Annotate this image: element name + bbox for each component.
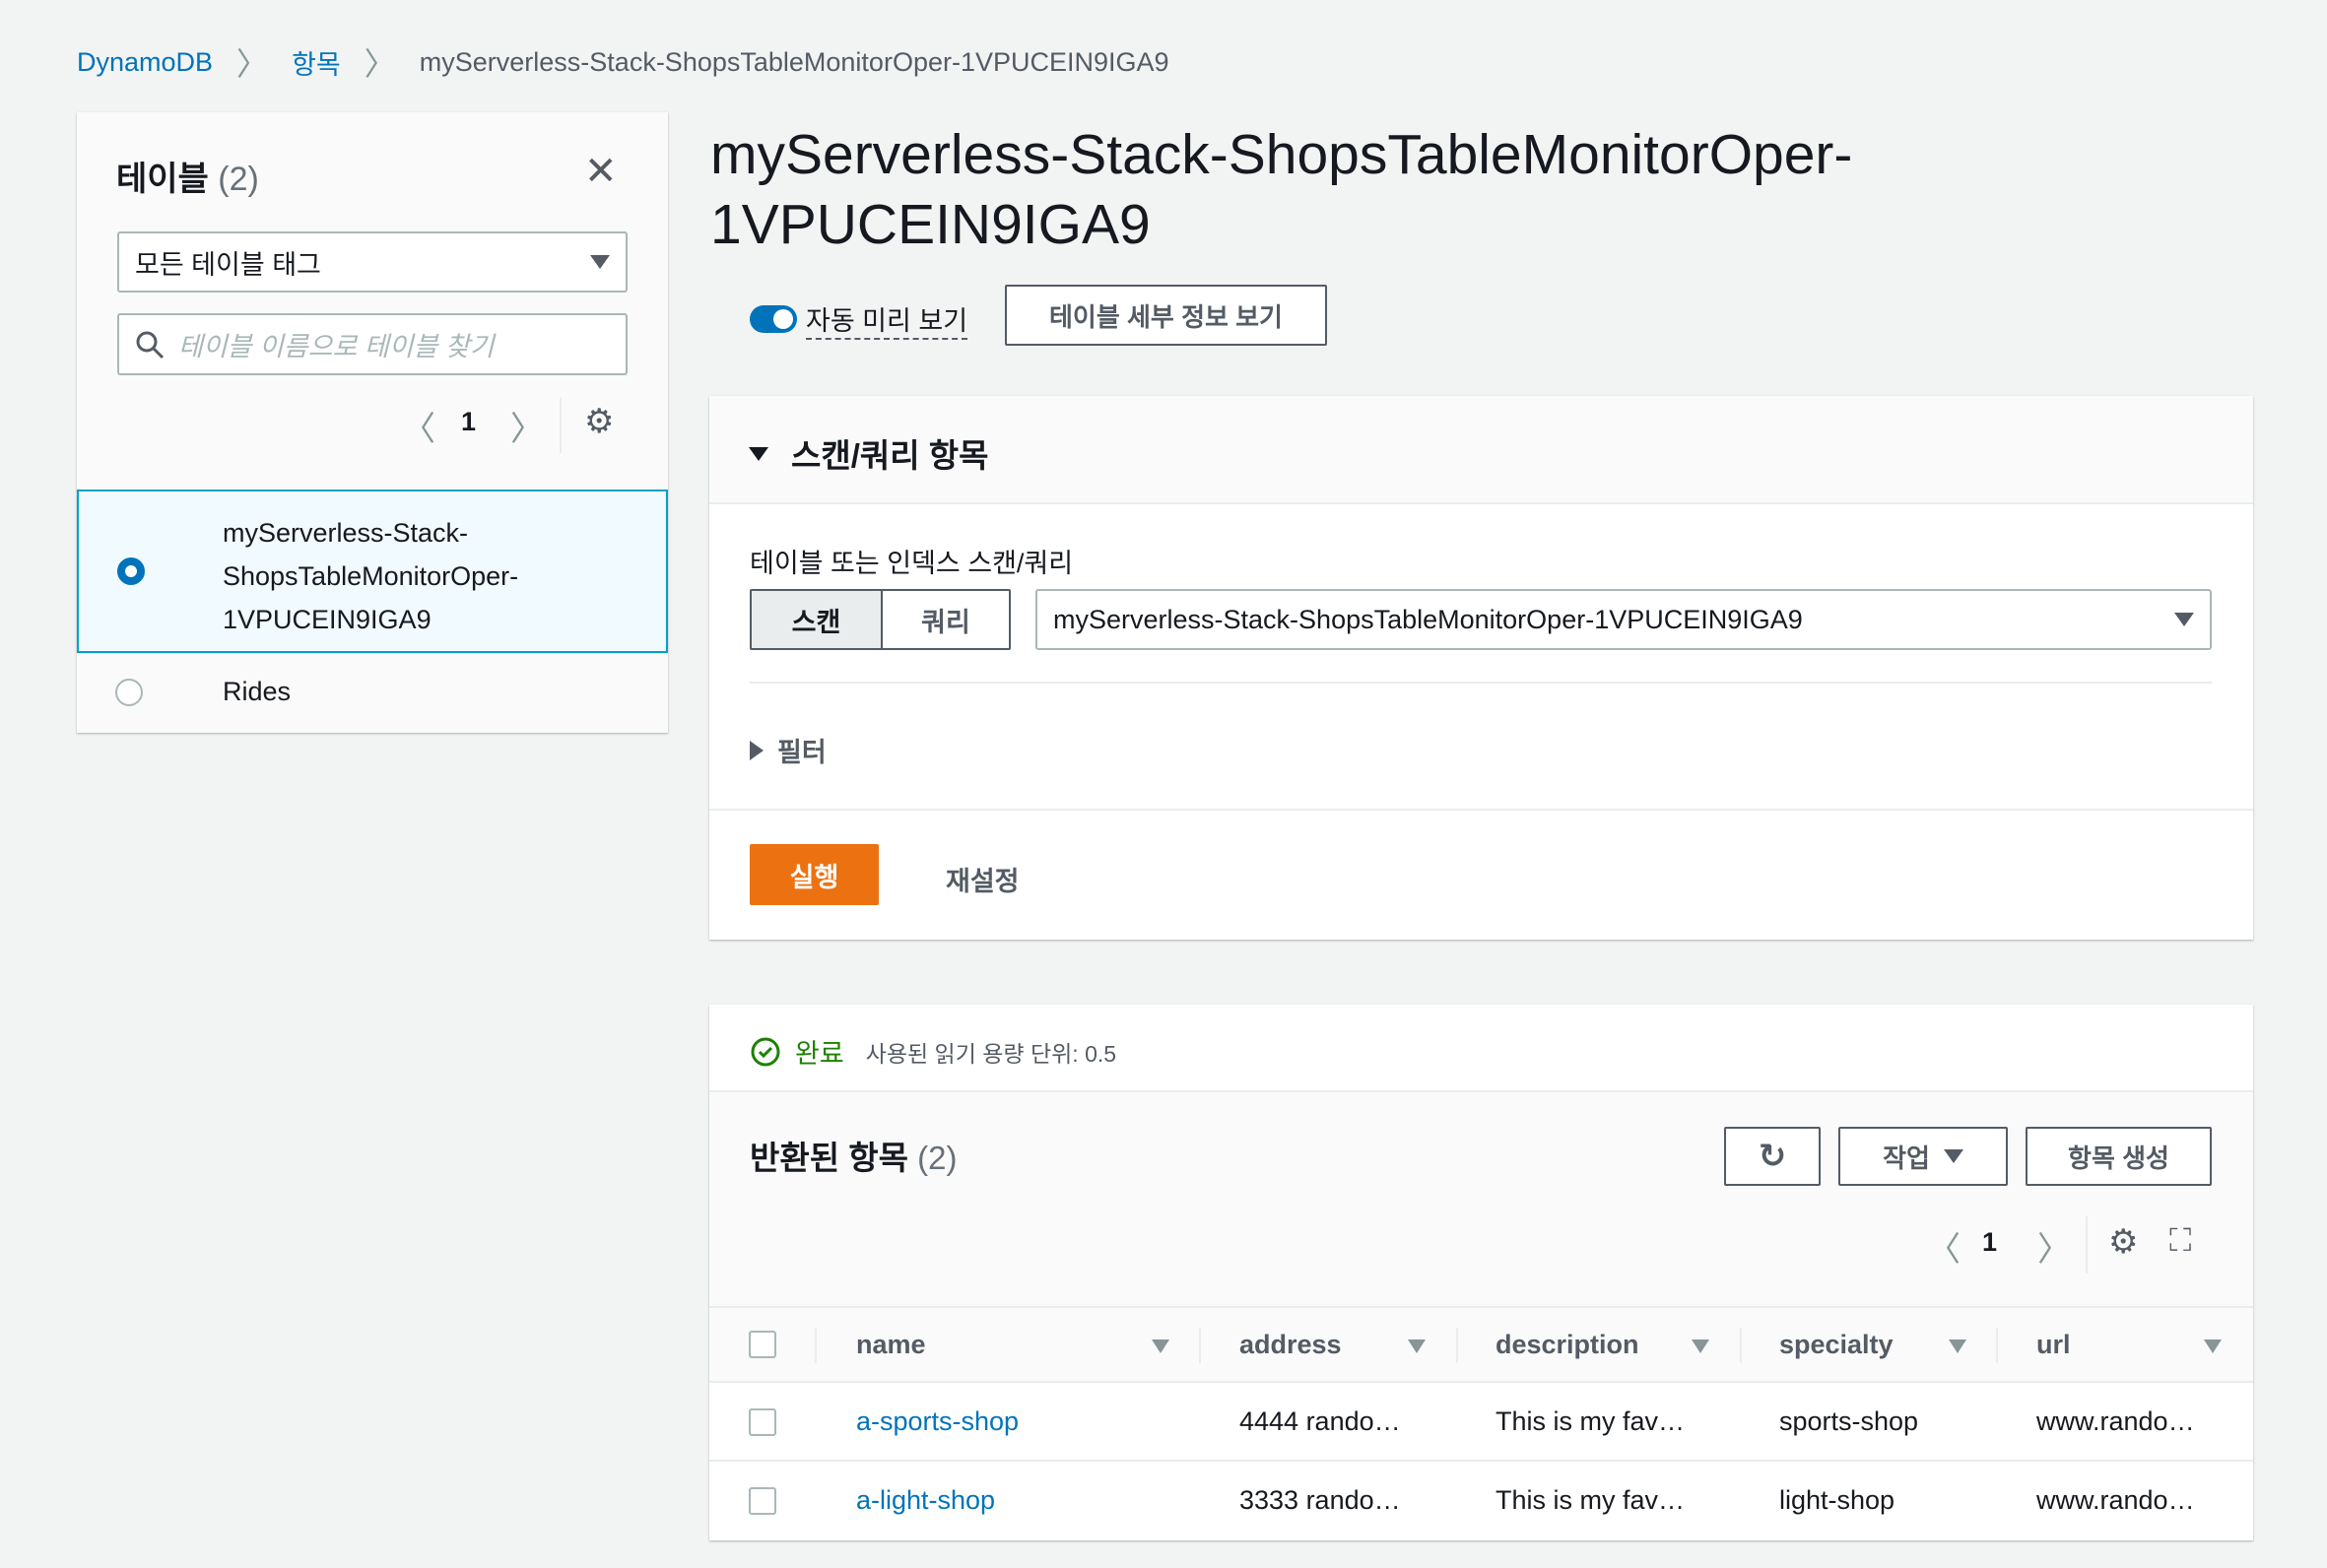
consumed-capacity: 사용된 읽기 용량 단위: 0.5 (865, 1040, 1117, 1067)
breadcrumb-dynamodb[interactable]: DynamoDB (77, 47, 213, 78)
caret-down-icon (749, 447, 768, 461)
divider (560, 398, 562, 453)
column-separator (1740, 1328, 1742, 1363)
column-header-url[interactable]: url (2036, 1330, 2071, 1360)
reset-button[interactable]: 재설정 (946, 860, 1020, 898)
column-header-name[interactable]: name (856, 1330, 926, 1360)
selected-table: myServerless-Stack-ShopsTableMonitorOper… (1053, 604, 1803, 634)
table-list-item[interactable]: myServerless-Stack- ShopsTableMonitorOper… (77, 490, 668, 653)
status-indicator: 완료 사용된 읽기 용량 단위: 0.5 (750, 1032, 1116, 1071)
sort-filter-icon[interactable] (2204, 1339, 2222, 1353)
page-number[interactable]: 1 (1982, 1227, 1997, 1258)
filter-toggle[interactable]: 필터 (750, 731, 827, 769)
page-number[interactable]: 1 (461, 407, 476, 437)
tables-panel: 테이블 (2) ✕ 모든 테이블 태그 테이블 이름으로 테이블 찾기 〈 1 … (77, 112, 668, 733)
scan-query-segmented: 스캔 쿼리 (750, 589, 1011, 650)
table-name: myServerless-Stack- ShopsTableMonitorOper… (223, 518, 519, 634)
cell-url: www.rando… (2036, 1406, 2195, 1436)
sort-filter-icon[interactable] (1949, 1339, 1966, 1353)
status-text: 완료 (795, 1039, 844, 1069)
sort-filter-icon[interactable] (1408, 1339, 1426, 1353)
column-separator (815, 1328, 817, 1363)
row-checkbox[interactable] (749, 1408, 776, 1436)
create-item-button[interactable]: 항목 생성 (2026, 1127, 2212, 1186)
page-title: myServerless-Stack-ShopsTableMonitorOper… (710, 123, 1853, 256)
item-link[interactable]: a-sports-shop (856, 1406, 1019, 1437)
divider (709, 809, 2253, 811)
sort-filter-icon[interactable] (1692, 1339, 1709, 1353)
cell-specialty: sports-shop (1779, 1406, 1919, 1436)
radio-selected[interactable] (117, 557, 145, 585)
breadcrumb-current: myServerless-Stack-ShopsTableMonitorOper… (419, 46, 1169, 77)
radio-unselected[interactable] (115, 679, 143, 706)
caret-down-icon (1943, 1149, 1963, 1163)
breadcrumb: DynamoDB 〉 항목 〉 myServerless-Stack-Shops… (77, 39, 1169, 85)
sort-filter-icon[interactable] (1152, 1339, 1169, 1353)
actions-button[interactable]: 작업 (1838, 1127, 2008, 1186)
search-placeholder: 테이블 이름으로 테이블 찾기 (178, 332, 495, 361)
segment-query[interactable]: 쿼리 (883, 591, 1009, 648)
table-select[interactable]: myServerless-Stack-ShopsTableMonitorOper… (1035, 589, 2212, 650)
table-name: Rides (223, 677, 292, 706)
tag-filter-value: 모든 테이블 태그 (135, 249, 321, 280)
search-icon (136, 331, 165, 359)
settings-gear-icon[interactable]: ⚙ (584, 402, 614, 441)
cell-url: www.rando… (2036, 1485, 2195, 1515)
breadcrumb-items[interactable]: 항목 (292, 43, 341, 82)
refresh-button[interactable]: ↻ (1724, 1127, 1821, 1186)
scan-query-panel: 스캔/쿼리 항목 테이블 또는 인덱스 스캔/쿼리 스캔 쿼리 myServer… (709, 396, 2253, 940)
cell-specialty: light-shop (1779, 1485, 1895, 1515)
next-page-icon[interactable]: 〉 (510, 402, 544, 450)
column-separator (1996, 1328, 1998, 1363)
column-header-address[interactable]: address (1239, 1330, 1342, 1360)
results-title: 반환된 항목 (2) (750, 1140, 958, 1176)
scan-label: 테이블 또는 인덱스 스캔/쿼리 (750, 549, 1074, 578)
column-separator (1456, 1328, 1458, 1363)
tag-filter-select[interactable]: 모든 테이블 태그 (117, 231, 628, 293)
chevron-right-icon: 〉 (364, 46, 396, 82)
column-separator (1199, 1328, 1201, 1363)
next-page-icon[interactable]: 〉 (2037, 1222, 2071, 1271)
segment-scan[interactable]: 스캔 (752, 591, 883, 648)
run-button[interactable]: 실행 (750, 844, 879, 905)
cell-address: 4444 rando… (1239, 1406, 1401, 1436)
scan-panel-title: 스캔/쿼리 항목 (791, 437, 989, 474)
auto-preview-toggle[interactable] (750, 305, 797, 333)
cell-description: This is my fav… (1496, 1485, 1686, 1515)
settings-gear-icon[interactable]: ⚙ (2108, 1222, 2138, 1262)
table-header: name address description specialty url (709, 1306, 2253, 1383)
scan-panel-header[interactable]: 스캔/쿼리 항목 (709, 396, 2253, 504)
tables-title: 테이블 (2) (116, 161, 259, 198)
column-header-description[interactable]: description (1496, 1330, 1639, 1360)
prev-page-icon[interactable]: 〈 (402, 402, 435, 450)
results-header: 반환된 항목 (2) ↻ 작업 항목 생성 〈 1 〉 ⚙ ⛶ (709, 1090, 2253, 1327)
auto-preview-label[interactable]: 자동 미리 보기 (806, 299, 968, 340)
cell-description: This is my fav… (1496, 1406, 1686, 1436)
table-row: a-sports-shop 4444 rando… This is my fav… (709, 1383, 2253, 1462)
table-details-button[interactable]: 테이블 세부 정보 보기 (1005, 285, 1327, 346)
caret-right-icon (750, 740, 764, 760)
table-search-input[interactable]: 테이블 이름으로 테이블 찾기 (117, 313, 628, 375)
item-link[interactable]: a-light-shop (856, 1485, 995, 1516)
table-row: a-light-shop 3333 rando… This is my fav…… (709, 1462, 2253, 1540)
divider (2086, 1216, 2088, 1274)
column-header-specialty[interactable]: specialty (1779, 1330, 1894, 1360)
caret-down-icon (590, 255, 610, 269)
results-panel: 완료 사용된 읽기 용량 단위: 0.5 반환된 항목 (2) ↻ 작업 항목 … (709, 1005, 2253, 1540)
success-check-icon (751, 1037, 780, 1066)
close-icon[interactable]: ✕ (584, 152, 618, 191)
select-all-checkbox[interactable] (749, 1331, 776, 1358)
prev-page-icon[interactable]: 〈 (1927, 1222, 1961, 1271)
table-list-item[interactable]: Rides (77, 653, 668, 733)
divider (750, 682, 2212, 684)
cell-address: 3333 rando… (1239, 1485, 1401, 1515)
row-checkbox[interactable] (749, 1487, 776, 1515)
fullscreen-icon[interactable]: ⛶ (2169, 1222, 2191, 1260)
chevron-right-icon: 〉 (236, 46, 269, 82)
caret-down-icon (2174, 613, 2194, 626)
refresh-icon: ↻ (1758, 1138, 1787, 1175)
